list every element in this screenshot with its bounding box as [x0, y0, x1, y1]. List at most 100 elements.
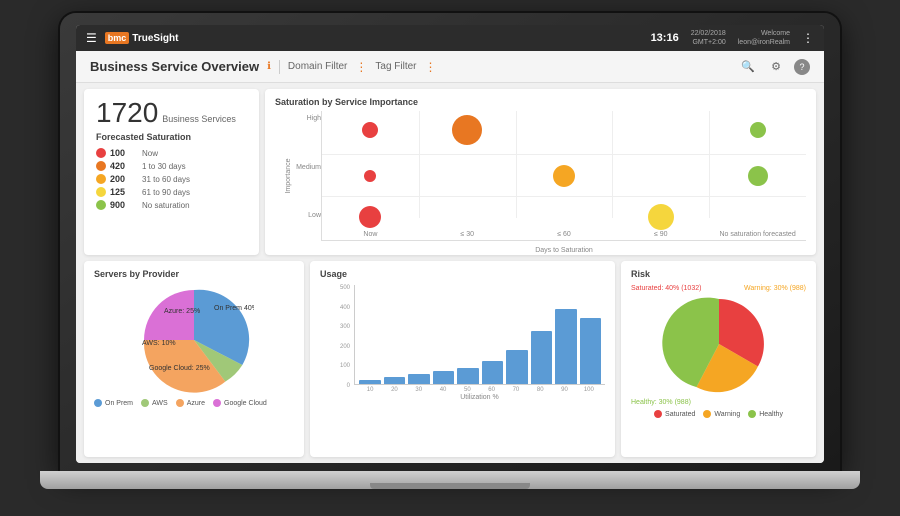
scatter-y-high: High	[307, 115, 321, 122]
legend-aws-label: AWS	[152, 400, 168, 407]
scatter-plot-area: Now ≤ 30 ≤ 60 ≤ 90 No saturation forecas…	[321, 111, 806, 241]
usage-y-axis: 500 400 300 200 100 0	[320, 285, 350, 405]
servers-panel: Servers by Provider	[84, 261, 304, 457]
usage-bar	[482, 361, 504, 384]
forecast-count: 125	[110, 187, 138, 197]
date-info: 22/02/2018 GMT+2:00	[691, 29, 726, 47]
svg-text:AWS: 10%: AWS: 10%	[142, 340, 176, 347]
x-label-90: ≤ 90	[612, 231, 709, 238]
forecast-row: 125 61 to 90 days	[96, 187, 247, 197]
forecast-count: 100	[110, 148, 138, 158]
usage-bar	[384, 377, 406, 384]
forecast-count: 200	[110, 174, 138, 184]
tag-filter-label: Tag Filter	[375, 61, 416, 72]
topbar-menu-icon[interactable]: ⋮	[802, 31, 814, 45]
legend-google-dot	[213, 399, 221, 407]
forecast-dot	[96, 148, 106, 158]
forecast-title: Forecasted Saturation	[96, 132, 247, 142]
forecast-count: 900	[110, 200, 138, 210]
legend-google: Google Cloud	[213, 399, 267, 407]
forecast-row: 100 Now	[96, 148, 247, 158]
forecast-panel: 1720 Business Services Forecasted Satura…	[84, 89, 259, 255]
usage-x-label: 100	[577, 387, 601, 393]
scatter-title: Saturation by Service Importance	[275, 97, 806, 107]
clock: 13:16	[651, 32, 679, 44]
forecast-desc: 61 to 90 days	[142, 188, 190, 197]
page-title: Business Service Overview	[90, 59, 259, 74]
y-label-200: 200	[340, 344, 350, 350]
toolbar: Business Service Overview ℹ Domain Filte…	[76, 51, 824, 83]
legend-onprem-dot	[94, 399, 102, 407]
tag-filter-menu-icon[interactable]: ⋮	[425, 60, 437, 74]
y-label-400: 400	[340, 305, 350, 311]
x-label-30: ≤ 30	[419, 231, 516, 238]
risk-legend-saturated: Saturated	[654, 410, 695, 418]
y-label-500: 500	[340, 285, 350, 291]
usage-x-label: 60	[479, 387, 503, 393]
title-info-icon[interactable]: ℹ	[267, 61, 271, 72]
forecast-row: 200 31 to 60 days	[96, 174, 247, 184]
user-info: Welcome leon@ironRealm	[738, 29, 790, 47]
forecast-desc: No saturation	[142, 201, 190, 210]
usage-x-label: 90	[552, 387, 576, 393]
usage-title: Usage	[320, 269, 605, 279]
bubble-3	[359, 206, 381, 228]
scatter-y-axis-label: Importance	[285, 158, 292, 193]
topbar: ☰ bmc TrueSight 13:16 22/02/2018 GMT+2:0…	[76, 25, 824, 51]
forecast-number: 1720	[96, 99, 158, 127]
forecast-desc: Now	[142, 149, 158, 158]
risk-saturated-label: Saturated: 40% (1032)	[631, 285, 701, 292]
forecast-dot	[96, 161, 106, 171]
risk-warning-legend-label: Warning	[714, 411, 740, 418]
laptop-base	[40, 471, 860, 489]
legend-aws-dot	[141, 399, 149, 407]
usage-x-label: 10	[358, 387, 382, 393]
y-label-100: 100	[340, 363, 350, 369]
bmc-label: bmc	[105, 32, 130, 44]
scatter-y-low: Low	[308, 212, 321, 219]
bubble-6	[648, 204, 674, 230]
servers-title: Servers by Provider	[94, 269, 294, 279]
risk-legend: Saturated Warning Healthy	[631, 410, 806, 418]
legend-onprem: On Prem	[94, 399, 133, 407]
risk-warning-dot	[703, 410, 711, 418]
svg-text:On Prem 40%: On Prem 40%	[214, 305, 254, 312]
usage-bar	[408, 374, 430, 384]
search-icon[interactable]: 🔍	[738, 57, 758, 77]
svg-text:Azure: 25%: Azure: 25%	[164, 308, 200, 315]
forecast-row: 900 No saturation	[96, 200, 247, 210]
risk-pie-container	[631, 294, 806, 399]
usage-x-label: 20	[382, 387, 406, 393]
bubble-5	[553, 165, 575, 187]
usage-bar	[531, 331, 553, 384]
hamburger-icon[interactable]: ☰	[86, 31, 97, 45]
forecast-dot	[96, 174, 106, 184]
app-name: TrueSight	[132, 33, 178, 44]
screen: ☰ bmc TrueSight 13:16 22/02/2018 GMT+2:0…	[76, 25, 824, 463]
usage-bar	[457, 368, 479, 384]
bubble-4	[452, 115, 482, 145]
domain-filter-menu-icon[interactable]: ⋮	[355, 60, 367, 74]
help-icon[interactable]: ?	[794, 59, 810, 75]
usage-x-label: 80	[528, 387, 552, 393]
bmc-logo: bmc TrueSight	[105, 32, 179, 44]
risk-legend-healthy: Healthy	[748, 410, 783, 418]
scatter-row-line-2	[322, 196, 806, 197]
settings-icon[interactable]: ⚙	[766, 57, 786, 77]
forecast-desc: 31 to 60 days	[142, 175, 190, 184]
scatter-col-line-4	[709, 111, 710, 218]
servers-pie-container: On Prem 40% Azure: 25% AWS: 10% Google C…	[94, 285, 294, 395]
forecast-desc: 1 to 30 days	[142, 162, 186, 171]
usage-x-axis-label: Utilization %	[354, 394, 605, 401]
risk-pie-chart	[654, 294, 784, 394]
servers-pie-chart: On Prem 40% Azure: 25% AWS: 10% Google C…	[134, 285, 254, 395]
legend-google-label: Google Cloud	[224, 400, 267, 407]
risk-top-labels: Saturated: 40% (1032) Warning: 30% (988)	[631, 285, 806, 292]
usage-x-label: 70	[504, 387, 528, 393]
top-panels-row: 1720 Business Services Forecasted Satura…	[76, 83, 824, 258]
scatter-col-line-3	[612, 111, 613, 218]
legend-azure: Azure	[176, 399, 205, 407]
x-label-no-sat: No saturation forecasted	[709, 231, 806, 238]
y-label-0: 0	[347, 383, 350, 389]
forecast-row: 420 1 to 30 days	[96, 161, 247, 171]
